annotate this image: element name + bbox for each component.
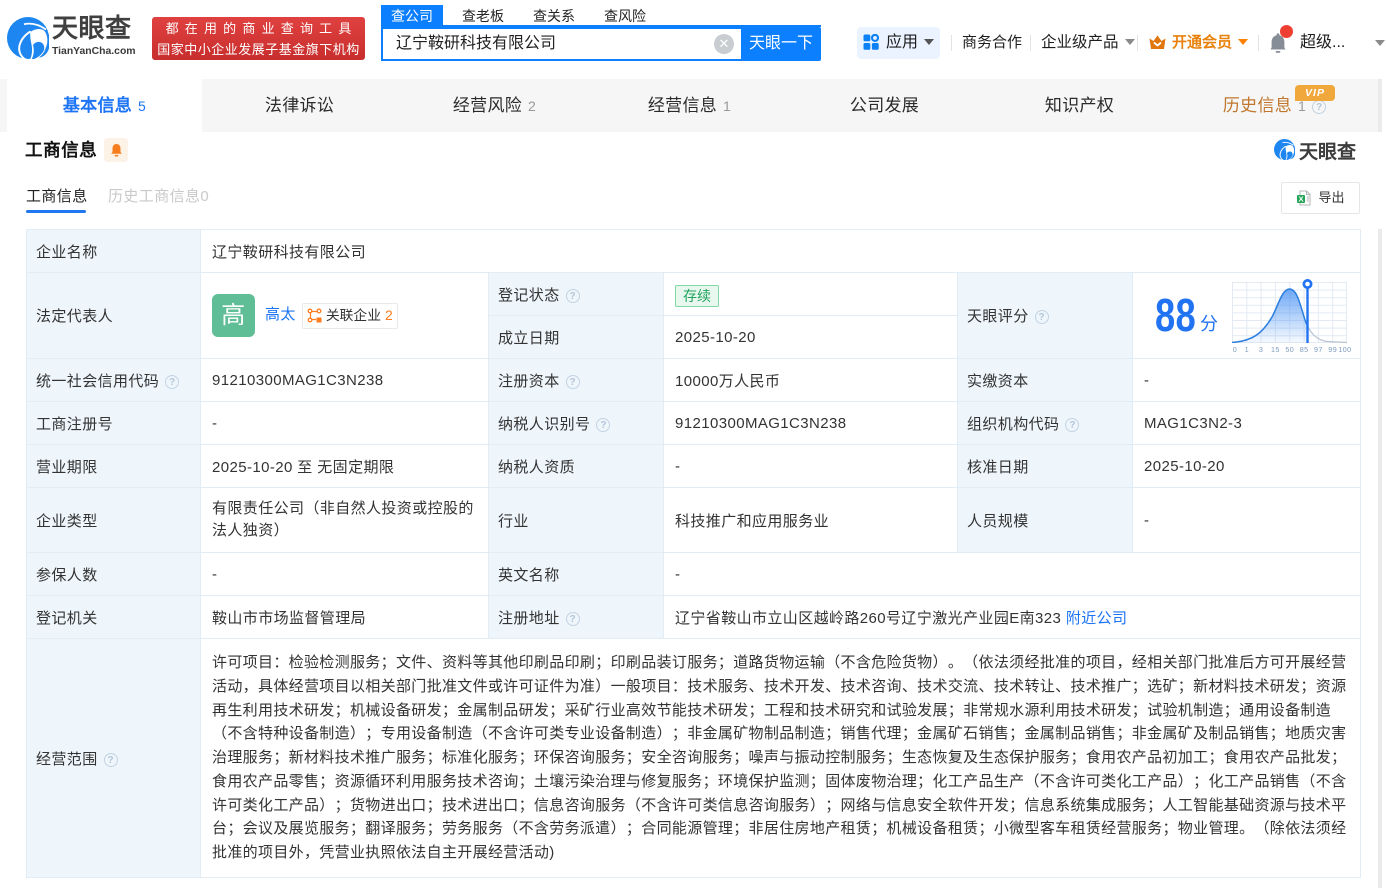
svg-text:100: 100: [1338, 345, 1351, 354]
svg-text:3: 3: [1259, 345, 1263, 354]
svg-text:50: 50: [1285, 345, 1294, 354]
svg-text:1: 1: [1245, 345, 1249, 354]
svg-text:85: 85: [1300, 345, 1309, 354]
svg-text:X: X: [1299, 194, 1304, 203]
svg-text:0: 0: [1233, 345, 1237, 354]
svg-text:99: 99: [1328, 345, 1337, 354]
svg-text:97: 97: [1314, 345, 1323, 354]
svg-text:15: 15: [1271, 345, 1280, 354]
